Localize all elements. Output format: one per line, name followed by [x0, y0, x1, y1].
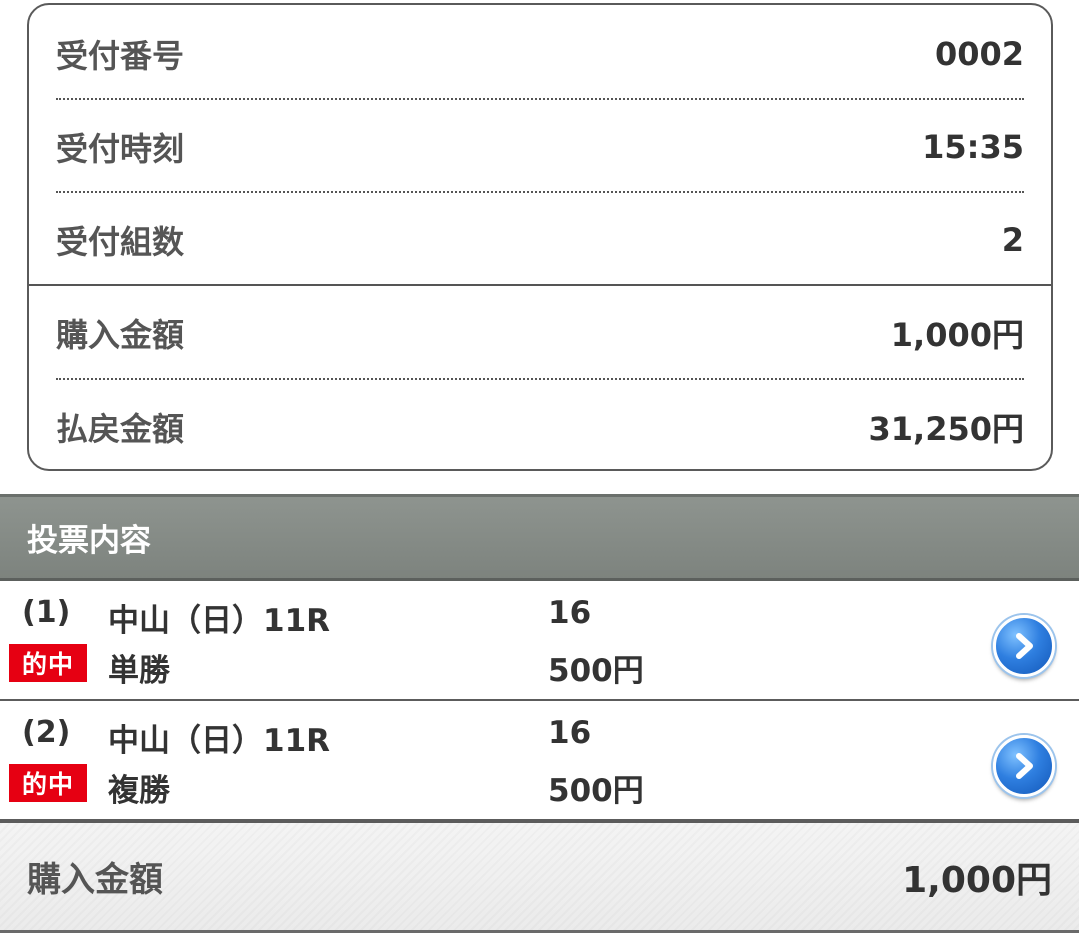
bet-race: 中山（日）11R — [108, 603, 331, 639]
summary-value: 31,250円 — [868, 409, 1025, 448]
chevron-right-circle-icon[interactable] — [993, 615, 1055, 677]
summary-label: 購入金額 — [56, 315, 185, 354]
chevron-right-circle-icon[interactable] — [993, 735, 1055, 797]
summary-value: 0002 — [934, 34, 1024, 73]
hit-badge: 的中 — [9, 764, 87, 802]
bet-amount: 500円 — [548, 773, 644, 809]
summary-row-combination-count: 受付組数 2 — [56, 193, 1024, 286]
summary-row-receipt-number: 受付番号 0002 — [56, 7, 1024, 100]
summary-row-receipt-time: 受付時刻 15:35 — [56, 100, 1024, 193]
summary-row-purchase-amount: 購入金額 1,000円 — [56, 286, 1024, 379]
bet-race: 中山（日）11R — [108, 723, 331, 759]
hit-badge: 的中 — [9, 644, 87, 682]
section-title: 投票内容 — [27, 523, 151, 559]
summary-value: 2 — [1001, 220, 1024, 259]
summary-label: 受付番号 — [56, 36, 185, 75]
bet-list-item-2[interactable]: (2) 的中 中山（日）11R 複勝 16 500円 — [0, 701, 1079, 821]
bet-list-item-1[interactable]: (1) 的中 中山（日）11R 単勝 16 500円 — [0, 581, 1079, 701]
bet-horse-number: 16 — [548, 715, 592, 751]
bet-number: (1) — [22, 595, 71, 630]
summary-value: 15:35 — [922, 127, 1024, 166]
summary-label: 払戻金額 — [56, 409, 185, 448]
summary-value: 1,000円 — [890, 315, 1024, 354]
receipt-summary-card: 受付番号 0002 受付時刻 15:35 受付組数 2 購入金額 1,000円 … — [27, 3, 1053, 471]
summary-label: 受付組数 — [56, 222, 185, 261]
bet-horse-number: 16 — [548, 595, 592, 631]
bet-type: 複勝 — [108, 773, 170, 809]
bet-number: (2) — [22, 715, 71, 750]
bet-type: 単勝 — [108, 653, 170, 689]
total-purchase-bar: 購入金額 1,000円 — [0, 821, 1079, 933]
total-label: 購入金額 — [27, 860, 163, 900]
bet-content-header: 投票内容 — [0, 494, 1079, 581]
total-value: 1,000円 — [902, 859, 1052, 901]
summary-label: 受付時刻 — [56, 129, 185, 168]
summary-row-payout-amount: 払戻金額 31,250円 — [56, 380, 1025, 469]
bet-amount: 500円 — [548, 653, 644, 689]
